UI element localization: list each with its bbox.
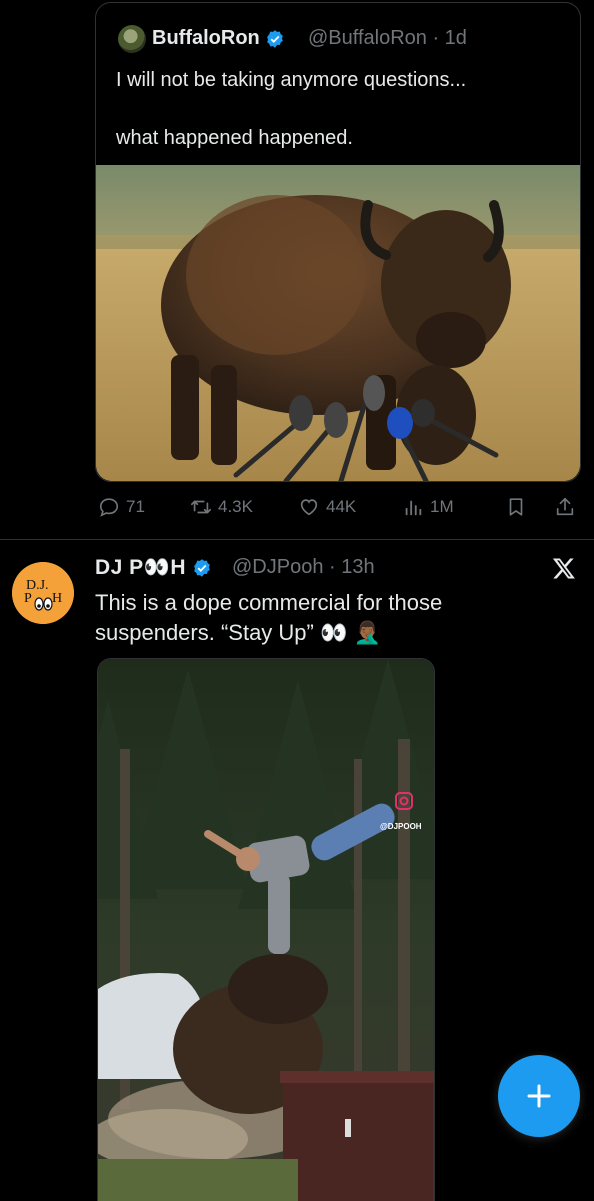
tweet-divider [0,539,594,540]
reply-icon [99,498,119,517]
quoted-tweet-avatar[interactable] [118,25,146,53]
quoted-tweet-card[interactable]: BuffaloRon @BuffaloRon · 1d I will not b… [95,2,581,482]
tweet-author[interactable]: DJ P👀H [95,556,212,580]
tweet-text-line1: This is a dope commercial for those [95,590,443,615]
views-button[interactable]: 1M [402,494,454,520]
x-logo-icon[interactable] [552,556,576,580]
tweet-handle-time[interactable]: @DJPooh · 13h [232,556,375,579]
video-watermark: @DJPOOH [380,822,422,831]
quoted-tweet-handle-time[interactable]: @BuffaloRon · 1d [308,27,467,50]
reply-button[interactable]: 71 [98,494,145,520]
bison-press-conference-image[interactable] [96,165,580,481]
quoted-tweet-text-line2: what happened happened. [116,127,353,149]
repost-button[interactable]: 4.3K [190,494,253,520]
reply-count: 71 [126,497,145,516]
tweet-video[interactable]: @DJPOOH [97,658,435,1201]
svg-text:P: P [24,591,32,606]
repost-icon [191,500,211,514]
share-icon [556,497,574,516]
svg-text:H: H [52,591,62,606]
bookmark-button[interactable] [505,494,527,520]
tweet-text-line2: suspenders. “Stay Up” 👀 🤦🏾‍♂️ [95,620,381,645]
djpooh-avatar[interactable]: D.J. P H [12,562,74,624]
quoted-tweet-author[interactable]: BuffaloRon [152,27,285,50]
like-button[interactable]: 44K [298,494,356,520]
quoted-tweet-text-line1: I will not be taking anymore questions..… [116,69,467,91]
repost-count: 4.3K [218,497,253,516]
views-icon [405,500,422,516]
like-count: 44K [326,497,357,516]
bookmark-icon [509,498,523,516]
heart-icon [300,499,318,516]
share-button[interactable] [554,494,576,520]
views-count: 1M [430,497,454,516]
verified-badge-icon [267,29,284,48]
tweet-author-name: DJ P👀H [95,556,186,579]
djpooh-logo-icon: D.J. P H [12,562,74,624]
verified-badge-icon [194,559,211,578]
plus-icon [527,1084,551,1108]
compose-button[interactable] [498,1055,580,1137]
quoted-author-name: BuffaloRon [152,27,260,49]
